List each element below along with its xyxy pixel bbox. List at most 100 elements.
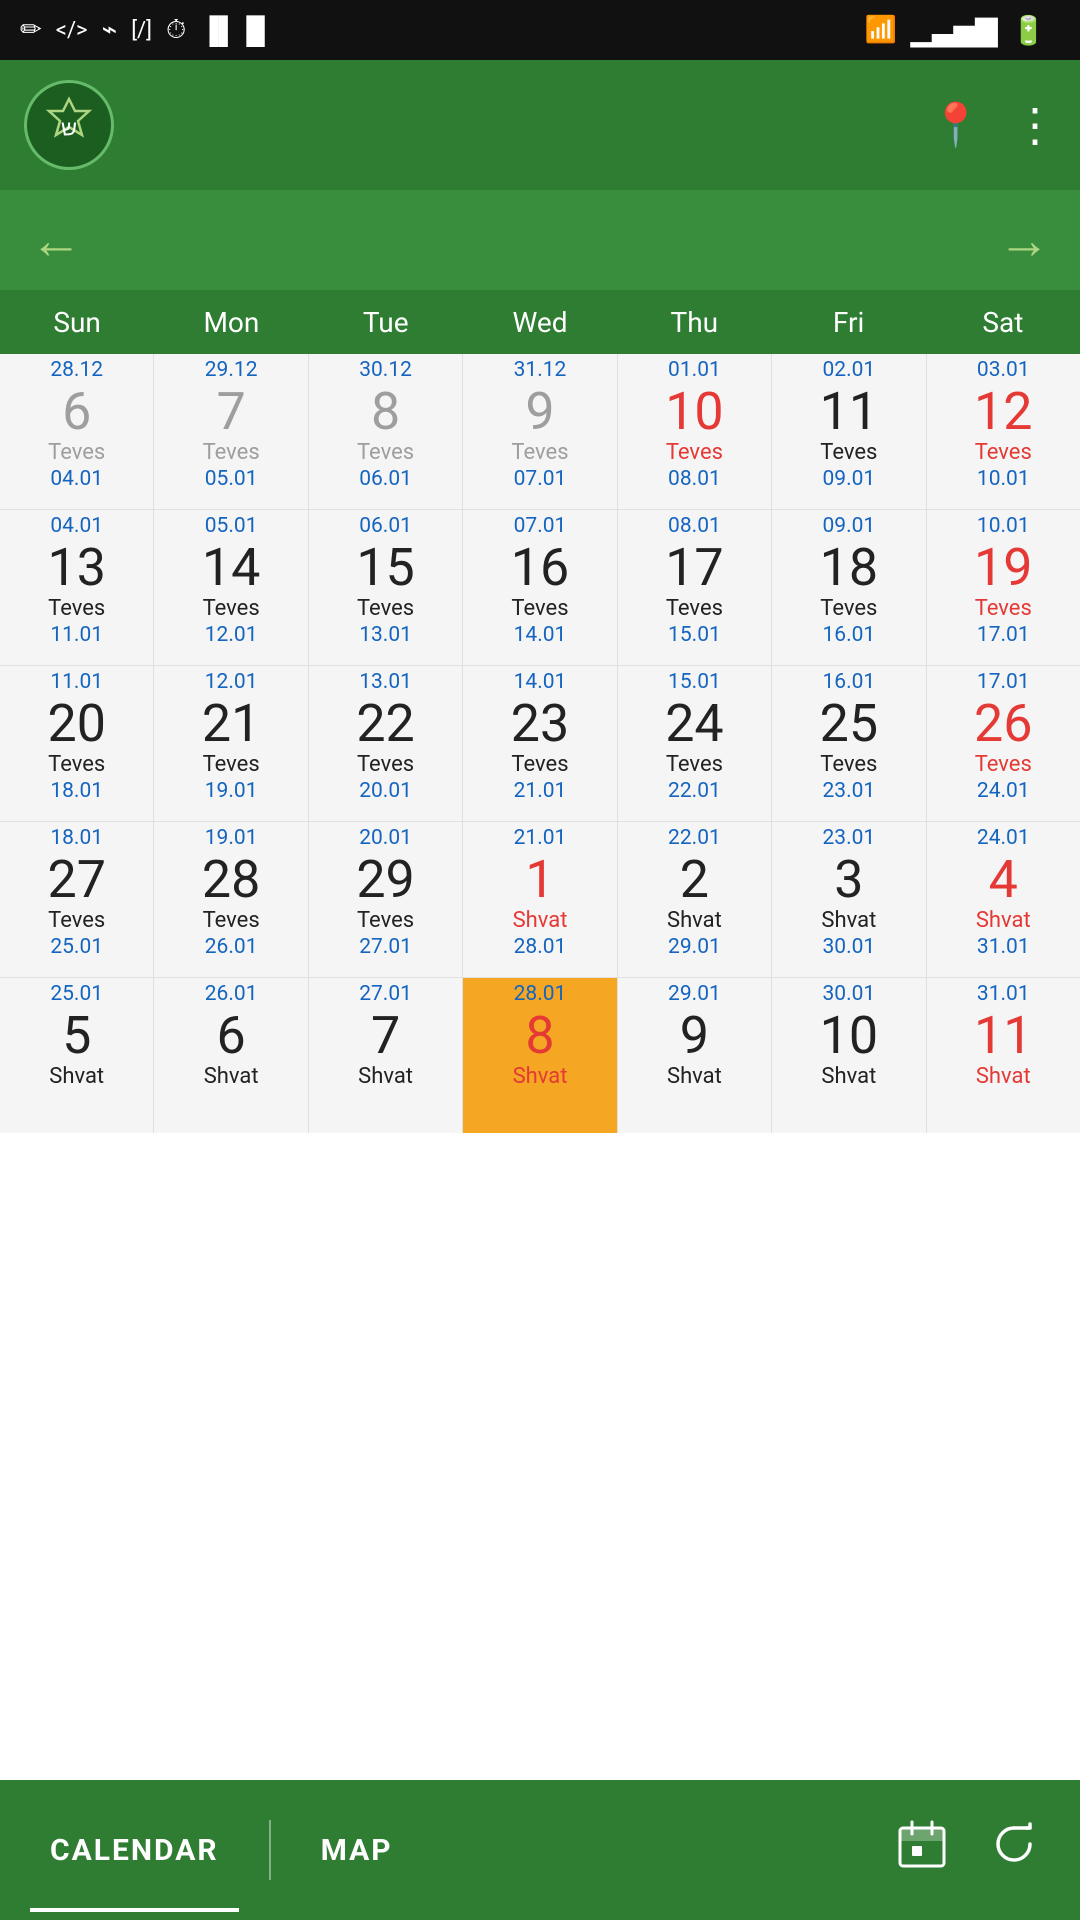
cell-gregorian-top: 18.01: [50, 826, 103, 851]
more-options-icon[interactable]: ⋮: [1012, 98, 1056, 153]
cell-gregorian-bottom: 07.01: [514, 467, 567, 492]
battery-icon: 🔋: [1011, 14, 1046, 47]
calendar-cell[interactable]: 22.012Shvat29.01: [618, 822, 771, 977]
cell-gregorian-top: 22.01: [668, 826, 721, 851]
cell-gregorian-bottom: 15.01: [668, 623, 721, 648]
bottom-tab-map[interactable]: MAP: [271, 1780, 443, 1920]
prev-month-button[interactable]: ←: [30, 210, 82, 271]
cell-main-date: 26: [974, 695, 1032, 752]
cell-gregorian-top: 16.01: [822, 670, 875, 695]
cell-hebrew-month: Teves: [666, 440, 723, 466]
calendar-cell[interactable]: 07.0116Teves14.01: [463, 510, 616, 665]
cell-main-date: 25: [820, 695, 878, 752]
cell-main-date: 9: [680, 1007, 709, 1064]
calendar-cell[interactable]: 10.0119Teves17.01: [927, 510, 1080, 665]
calendar-cell[interactable]: 11.0120Teves18.01: [0, 666, 153, 821]
calendar-cell[interactable]: 08.0117Teves15.01: [618, 510, 771, 665]
calendar-cell[interactable]: 15.0124Teves22.01: [618, 666, 771, 821]
cell-hebrew-month: Teves: [820, 596, 877, 622]
calendar-cell[interactable]: 02.0111Teves09.01: [772, 354, 925, 509]
calendar-cell[interactable]: 29.019Shvat: [618, 978, 771, 1133]
cell-main-date: 22: [356, 695, 414, 752]
cell-hebrew-month: Shvat: [513, 908, 568, 934]
calendar-cell[interactable]: 01.0110Teves08.01: [618, 354, 771, 509]
cell-gregorian-top: 12.01: [205, 670, 258, 695]
calendar-cell[interactable]: 18.0127Teves25.01: [0, 822, 153, 977]
calendar-cell[interactable]: 21.011Shvat28.01: [463, 822, 616, 977]
header-icons: 📍 ⋮: [930, 98, 1056, 153]
calendar-cell[interactable]: 30.128Teves06.01: [309, 354, 462, 509]
calendar-cell[interactable]: 17.0126Teves24.01: [927, 666, 1080, 821]
calendar-cell[interactable]: 28.126Teves04.01: [0, 354, 153, 509]
brackets-icon: [/]: [131, 18, 152, 43]
cell-gregorian-top: 15.01: [668, 670, 721, 695]
calendar-cell[interactable]: 16.0125Teves23.01: [772, 666, 925, 821]
calendar-cell[interactable]: 19.0128Teves26.01: [154, 822, 307, 977]
calendar-cell[interactable]: 20.0129Teves27.01: [309, 822, 462, 977]
cell-gregorian-top: 05.01: [205, 514, 258, 539]
calendar-cell[interactable]: 30.0110Shvat: [772, 978, 925, 1133]
calendar-cell[interactable]: 05.0114Teves12.01: [154, 510, 307, 665]
calendar-cell[interactable]: 23.013Shvat30.01: [772, 822, 925, 977]
calendar-cell[interactable]: 13.0122Teves20.01: [309, 666, 462, 821]
calendar-cell[interactable]: 25.015Shvat: [0, 978, 153, 1133]
barcode-icon: ▐▌▐▌: [200, 15, 274, 46]
calendar-cell[interactable]: 28.018Shvat: [463, 978, 616, 1133]
cell-main-date: 6: [217, 1007, 246, 1064]
calendar-cell[interactable]: 09.0118Teves16.01: [772, 510, 925, 665]
cell-gregorian-bottom: 23.01: [822, 779, 875, 804]
cell-main-date: 10: [820, 1007, 878, 1064]
cell-main-date: 23: [511, 695, 569, 752]
signal-icon: ▁▃▅▇: [911, 14, 997, 47]
cell-gregorian-top: 25.01: [50, 982, 103, 1007]
cell-gregorian-bottom: 17.01: [977, 623, 1030, 648]
bottom-tab-calendar[interactable]: CALENDAR: [0, 1780, 269, 1920]
cell-hebrew-month: Teves: [975, 440, 1032, 466]
next-month-button[interactable]: →: [998, 210, 1050, 271]
cell-gregorian-top: 24.01: [977, 826, 1030, 851]
calendar-cell[interactable]: 04.0113Teves11.01: [0, 510, 153, 665]
cell-gregorian-bottom: 16.01: [822, 623, 875, 648]
calendar-cell[interactable]: 06.0115Teves13.01: [309, 510, 462, 665]
refresh-icon[interactable]: [988, 1818, 1040, 1883]
cell-gregorian-top: 03.01: [977, 358, 1030, 383]
cell-main-date: 27: [47, 851, 105, 908]
calendar-today-icon[interactable]: [896, 1818, 948, 1883]
cell-gregorian-bottom: 30.01: [822, 935, 875, 960]
cell-hebrew-month: Teves: [48, 596, 105, 622]
cell-gregorian-bottom: 09.01: [822, 467, 875, 492]
cell-hebrew-month: Shvat: [204, 1064, 259, 1090]
calendar-cell[interactable]: 29.127Teves05.01: [154, 354, 307, 509]
cell-main-date: 29: [356, 851, 414, 908]
calendar-cell[interactable]: 27.017Shvat: [309, 978, 462, 1133]
cell-hebrew-month: Teves: [203, 440, 260, 466]
cell-hebrew-month: Teves: [666, 752, 723, 778]
calendar-cell[interactable]: 12.0121Teves19.01: [154, 666, 307, 821]
cell-hebrew-month: Shvat: [358, 1064, 413, 1090]
location-pin-icon[interactable]: 📍: [930, 101, 982, 150]
cell-gregorian-top: 31.01: [977, 982, 1030, 1007]
cell-hebrew-month: Teves: [203, 596, 260, 622]
status-right-icons: 📶 ▁▃▅▇ 🔋: [865, 14, 1060, 47]
cell-hebrew-month: Teves: [975, 596, 1032, 622]
cell-main-date: 14: [202, 539, 260, 596]
cell-gregorian-top: 28.01: [514, 982, 567, 1007]
bottom-nav-tabs: CALENDARMAP: [0, 1780, 896, 1920]
day-header-tue: Tue: [309, 290, 463, 354]
calendar-cell[interactable]: 03.0112Teves10.01: [927, 354, 1080, 509]
calendar-cell[interactable]: 24.014Shvat31.01: [927, 822, 1080, 977]
calendar-cell[interactable]: 14.0123Teves21.01: [463, 666, 616, 821]
calendar-cell[interactable]: 31.129Teves07.01: [463, 354, 616, 509]
cell-gregorian-top: 28.12: [50, 358, 103, 383]
cell-gregorian-bottom: 10.01: [977, 467, 1030, 492]
cell-main-date: 4: [989, 851, 1018, 908]
calendar-cell[interactable]: 26.016Shvat: [154, 978, 307, 1133]
cell-hebrew-month: Teves: [511, 752, 568, 778]
cell-gregorian-top: 08.01: [668, 514, 721, 539]
calendar-cell[interactable]: 31.0111Shvat: [927, 978, 1080, 1133]
cell-gregorian-top: 29.01: [668, 982, 721, 1007]
day-header-fri: Fri: [771, 290, 925, 354]
day-header-sat: Sat: [926, 290, 1080, 354]
day-headers: SunMonTueWedThuFriSat: [0, 290, 1080, 354]
cell-gregorian-top: 27.01: [359, 982, 412, 1007]
